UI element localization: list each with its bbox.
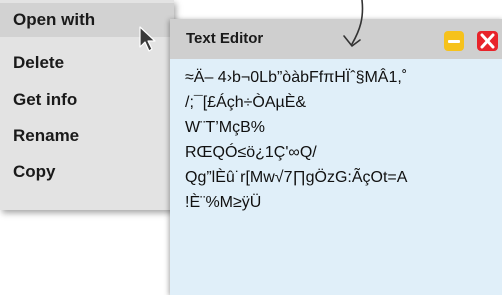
title-bar[interactable]: Text Editor	[170, 19, 502, 59]
editor-line: Qg”lÈû˙r[Mw√7∏gÖzG:ÃçOt=A	[185, 169, 408, 186]
editor-line: /;¯[£Áçh÷ÒAµÈ&	[185, 94, 307, 111]
window-title: Text Editor	[186, 30, 264, 47]
editor-line: W¨T’MçB%	[185, 119, 265, 136]
minimize-button[interactable]	[444, 31, 464, 51]
minimize-icon	[448, 40, 460, 43]
editor-text-area[interactable]: ≈Ä– 4›b¬0Lb”òàbFfπHÏˆ§MÂ1,˚ /;¯[£Áçh÷ÒAµ…	[185, 65, 497, 215]
close-icon	[480, 33, 495, 49]
editor-line: RŒQÓ≤ö¿1Ç'∞Q/	[185, 144, 317, 161]
menu-item-get-info[interactable]: Get info	[0, 83, 174, 117]
curved-arrow-icon	[343, 0, 364, 47]
editor-line: ≈Ä– 4›b¬0Lb”òàbFfπHÏˆ§MÂ1,˚	[185, 69, 408, 86]
editor-line: !È¨%M≥ÿÜ	[185, 194, 262, 211]
text-editor-window: Text Editor ≈Ä– 4›b¬0Lb”òàbFfπHÏˆ§MÂ1,˚ …	[170, 19, 502, 295]
menu-item-copy[interactable]: Copy	[0, 155, 174, 189]
menu-item-rename[interactable]: Rename	[0, 119, 174, 153]
close-button[interactable]	[477, 31, 498, 51]
mouse-pointer-icon	[139, 26, 156, 52]
